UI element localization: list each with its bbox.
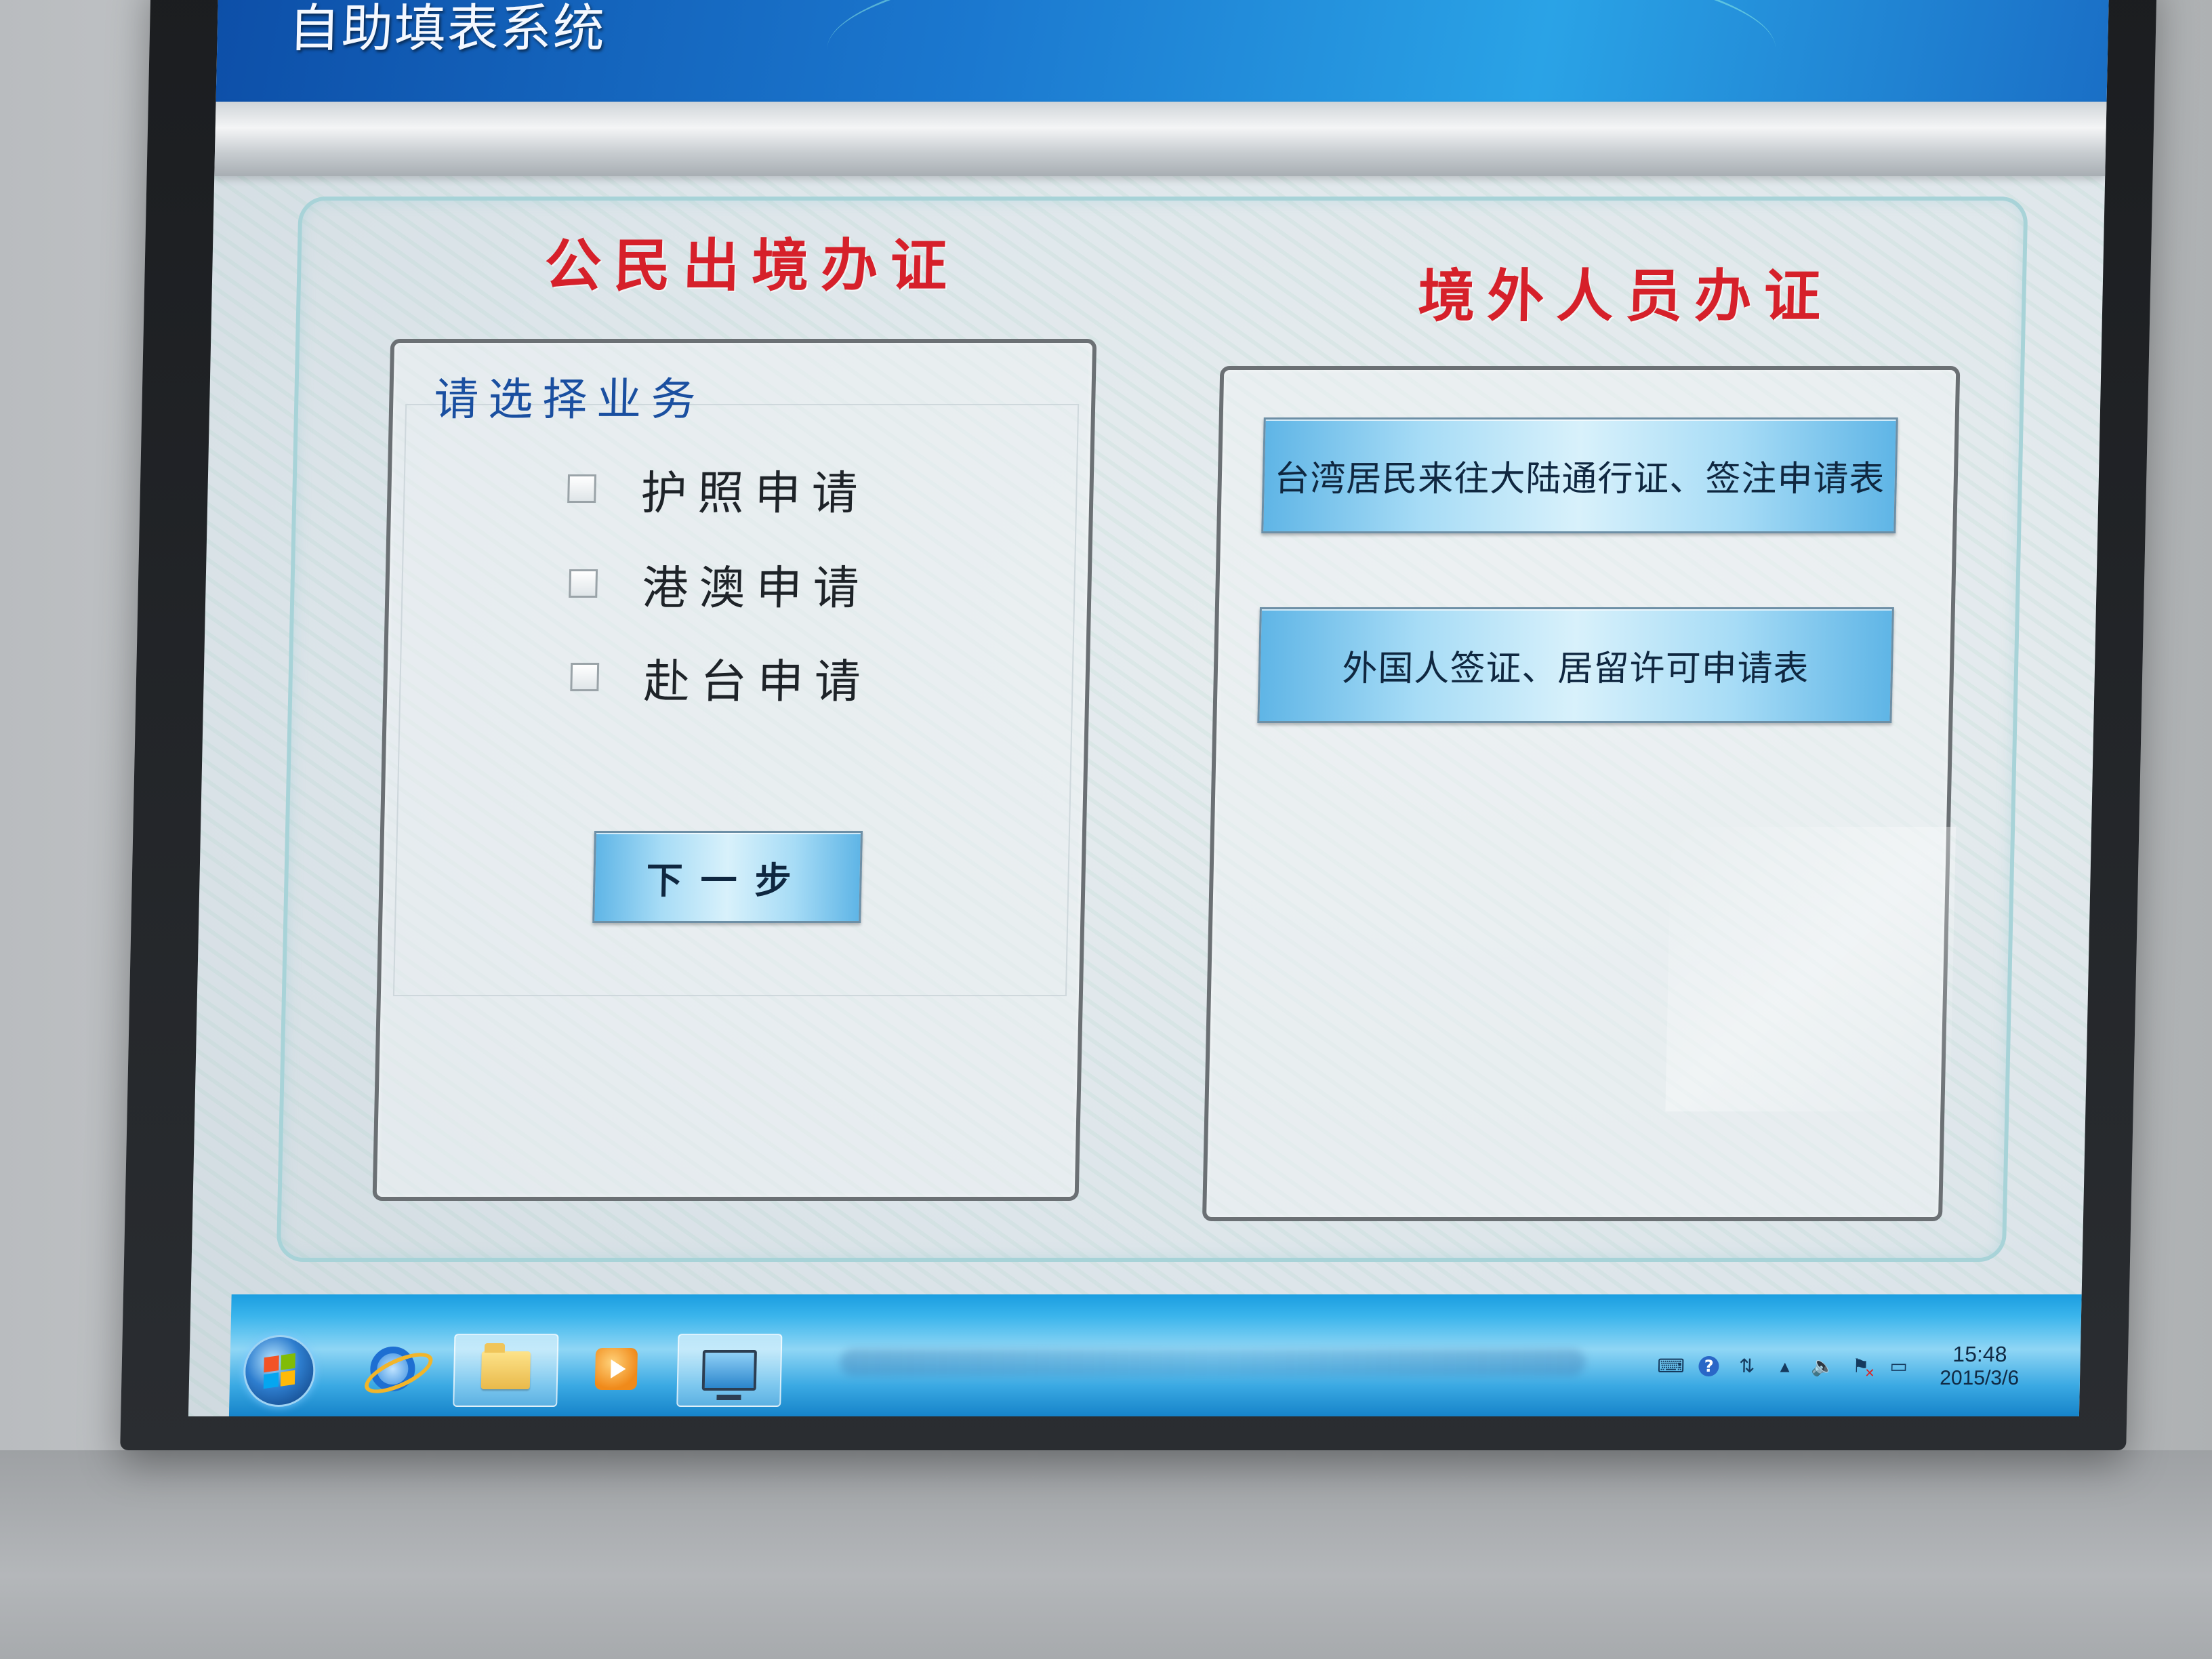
foreign-panel: 台湾居民来往大陆通行证、签注申请表 外国人签证、居留许可申请表 bbox=[1202, 366, 1961, 1221]
media-player-icon bbox=[594, 1348, 638, 1390]
power-icon[interactable]: ▭ bbox=[1888, 1355, 1909, 1377]
header-strip bbox=[214, 102, 2107, 176]
next-step-button[interactable]: 下一步 bbox=[592, 831, 863, 923]
screen: 自助填表系统 公民出境办证 请选择业务 护照申请 港澳申请 赴台申请 下一步 境… bbox=[188, 0, 2110, 1416]
option-label-taiwan: 赴台申请 bbox=[642, 655, 872, 709]
system-tray: ⌨ ? ⇅ ▴ 🔈 ⚑ ▭ 15:48 2015/3/6 bbox=[1657, 1342, 2020, 1390]
app-header: 自助填表系统 bbox=[216, 0, 2110, 102]
taskbar-explorer[interactable] bbox=[453, 1334, 559, 1407]
select-business-prompt: 请选择业务 bbox=[433, 373, 706, 426]
taskbar-ie[interactable] bbox=[341, 1334, 444, 1404]
keyboard-icon[interactable]: ⌨ bbox=[1657, 1355, 1685, 1377]
ie-icon bbox=[369, 1347, 416, 1391]
clock-date: 2015/3/6 bbox=[1939, 1367, 2020, 1389]
show-hidden-icon[interactable]: ▴ bbox=[1774, 1355, 1795, 1377]
option-hk-macau[interactable]: 港澳申请 bbox=[569, 553, 871, 615]
hk-macau-checkbox[interactable] bbox=[569, 569, 598, 598]
kiosk-body bbox=[0, 1450, 2212, 1659]
option-label-passport: 护照申请 bbox=[640, 466, 869, 520]
foreign-section-title: 境外人员办证 bbox=[1417, 263, 1834, 329]
clock-time: 15:48 bbox=[1952, 1342, 2007, 1366]
start-button[interactable] bbox=[243, 1335, 316, 1407]
citizen-panel: 请选择业务 护照申请 港澳申请 赴台申请 下一步 bbox=[372, 339, 1097, 1201]
monitor-icon bbox=[701, 1350, 757, 1391]
taskbar-media-player[interactable] bbox=[565, 1334, 668, 1404]
network-icon[interactable]: ⇅ bbox=[1736, 1355, 1757, 1377]
clock[interactable]: 15:48 2015/3/6 bbox=[1940, 1342, 2020, 1390]
taiwan-resident-permit-form-button[interactable]: 台湾居民来往大陆通行证、签注申请表 bbox=[1261, 417, 1898, 533]
volume-icon[interactable]: 🔈 bbox=[1811, 1355, 1835, 1377]
windows-logo-icon bbox=[263, 1353, 295, 1389]
taskbar-blurred-label bbox=[840, 1349, 1586, 1376]
option-taiwan[interactable]: 赴台申请 bbox=[570, 647, 872, 709]
taskbar-app-window[interactable] bbox=[676, 1334, 783, 1407]
citizen-section-title: 公民出境办证 bbox=[544, 232, 960, 299]
taiwan-checkbox[interactable] bbox=[570, 663, 600, 691]
app-title: 自助填表系统 bbox=[287, 0, 607, 58]
taskbar: ⌨ ? ⇅ ▴ 🔈 ⚑ ▭ 15:48 2015/3/6 bbox=[228, 1294, 2082, 1416]
help-icon[interactable]: ? bbox=[1698, 1355, 1719, 1376]
option-label-hk-macau: 港澳申请 bbox=[641, 561, 871, 615]
foreigner-visa-residence-form-button[interactable]: 外国人签证、居留许可申请表 bbox=[1257, 607, 1894, 723]
passport-checkbox[interactable] bbox=[567, 474, 597, 503]
folder-icon bbox=[480, 1351, 531, 1389]
action-center-icon[interactable]: ⚑ bbox=[1850, 1355, 1871, 1377]
option-passport[interactable]: 护照申请 bbox=[567, 458, 869, 520]
